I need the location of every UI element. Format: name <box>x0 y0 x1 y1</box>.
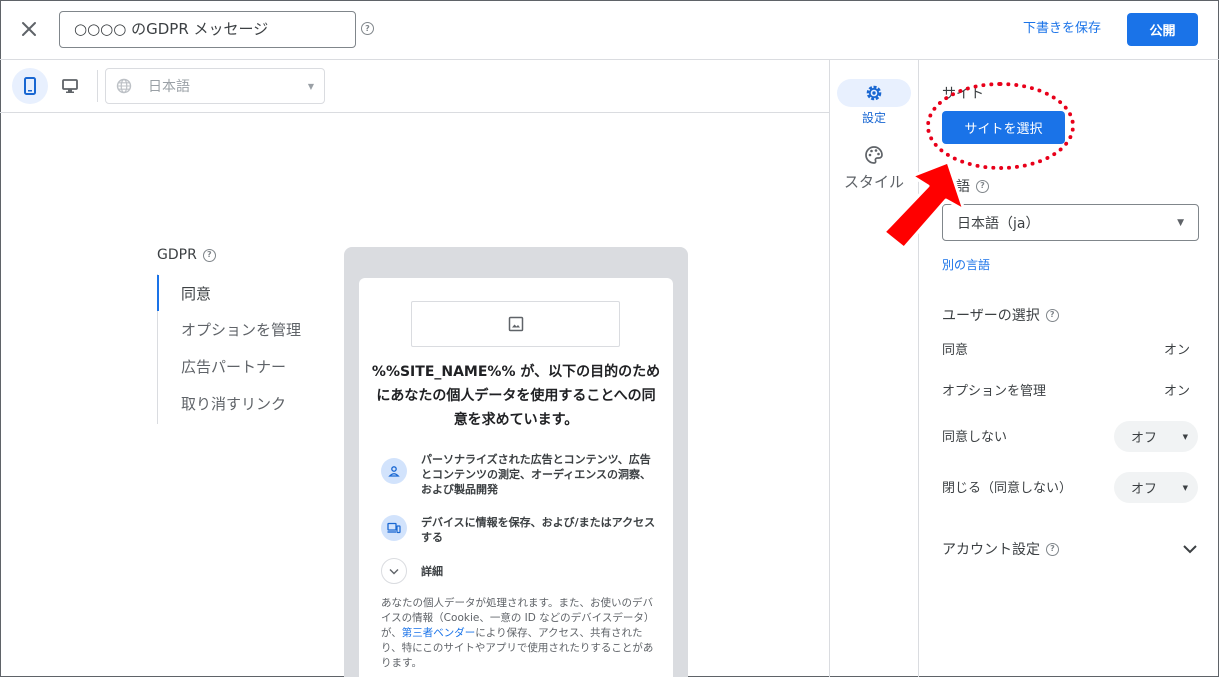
desktop-view-button[interactable] <box>52 68 88 104</box>
message-section-nav: 同意 オプションを管理 広告パートナー 取り消すリンク <box>157 274 317 424</box>
tab-settings[interactable]: 設定 <box>836 79 912 126</box>
nav-item-manage-options[interactable]: オプションを管理 <box>158 311 318 347</box>
purpose-item: デバイスに情報を保存、および/またはアクセスする <box>381 515 661 545</box>
chip-value: オフ <box>1131 482 1158 497</box>
tab-settings-label: 設定 <box>861 111 886 125</box>
image-icon <box>508 316 523 332</box>
language-dropdown[interactable]: 日本語（ja） ▼ <box>942 204 1199 241</box>
account-settings-label: アカウント設定 <box>942 542 1040 558</box>
language-dropdown-value: 日本語（ja） <box>957 215 1040 232</box>
tab-style[interactable]: スタイル <box>836 141 912 192</box>
dropdown-arrow-icon: ▼ <box>1177 217 1184 228</box>
phone-preview: %%SITE_NAME%% が、以下の目的のためにあなたの個人データを使用するこ… <box>344 247 688 677</box>
chevron-down-icon <box>389 568 399 574</box>
choice-label: 同意しない <box>942 429 1008 445</box>
dropdown-arrow-icon: ▼ <box>1182 483 1188 492</box>
choice-label: 同意 <box>942 343 969 358</box>
choice-value: オン <box>1163 384 1190 399</box>
logo-placeholder[interactable] <box>411 301 620 347</box>
smartphone-icon <box>24 77 36 95</box>
choice-row-close: 閉じる（同意しない） オフ ▼ <box>942 472 1198 503</box>
help-icon[interactable]: ? <box>1046 542 1059 556</box>
other-language-link[interactable]: 別の言語 <box>942 256 990 273</box>
language-label: 言語 ? <box>942 176 989 196</box>
dropdown-arrow-icon: ▼ <box>307 81 314 91</box>
tab-style-label: スタイル <box>843 173 904 191</box>
preview-toolbar: 日本語 ▼ <box>0 60 829 113</box>
site-label: サイト <box>942 83 984 103</box>
mobile-view-button[interactable] <box>12 68 48 104</box>
details-row[interactable]: 詳細 <box>381 558 443 584</box>
save-draft-button[interactable]: 下書きを保存 <box>1006 18 1118 40</box>
devices-icon <box>381 515 407 541</box>
palette-icon <box>865 146 883 164</box>
top-bar: ○○○○ のGDPR メッセージ ? 下書きを保存 公開 <box>0 0 1219 60</box>
choice-row-consent: 同意 オン <box>942 339 1198 358</box>
person-icon <box>381 458 407 484</box>
gdpr-heading: GDPR ? <box>157 247 216 263</box>
consent-message-card: %%SITE_NAME%% が、以下の目的のためにあなたの個人データを使用するこ… <box>359 278 673 677</box>
choice-value: オン <box>1163 343 1190 358</box>
nav-item-revocation-link[interactable]: 取り消すリンク <box>158 385 318 421</box>
choice-label: オプションを管理 <box>942 384 1047 399</box>
expand-details-button[interactable] <box>381 558 407 584</box>
publish-button[interactable]: 公開 <box>1127 13 1198 46</box>
help-icon[interactable]: ? <box>361 22 374 35</box>
toolbar-divider <box>97 70 98 102</box>
do-not-consent-select[interactable]: オフ ▼ <box>1114 421 1198 452</box>
desktop-icon <box>62 79 78 93</box>
user-choice-label: ユーザーの選択 ? <box>942 305 1059 325</box>
close-icon <box>22 22 36 36</box>
language-label-text: 言語 <box>942 179 970 195</box>
chevron-down-icon <box>1183 545 1197 554</box>
details-label: 詳細 <box>421 565 443 578</box>
help-icon[interactable]: ? <box>1045 308 1059 322</box>
close-button[interactable] <box>14 14 44 44</box>
tab-style-pill <box>837 141 911 169</box>
panel-divider <box>829 60 830 677</box>
preview-language-select[interactable]: 日本語 ▼ <box>105 68 325 104</box>
dropdown-arrow-icon: ▼ <box>1182 432 1188 441</box>
help-icon[interactable]: ? <box>202 248 216 262</box>
choice-row-do-not-consent: 同意しない オフ ▼ <box>942 421 1198 452</box>
nav-item-ad-partners[interactable]: 広告パートナー <box>158 348 318 384</box>
message-name-input[interactable]: ○○○○ のGDPR メッセージ <box>59 11 356 48</box>
gdpr-heading-label: GDPR <box>157 247 197 263</box>
close-do-not-consent-select[interactable]: オフ ▼ <box>1114 472 1198 503</box>
choice-row-manage-options: オプションを管理 オン <box>942 380 1198 399</box>
consent-title: %%SITE_NAME%% が、以下の目的のためにあなたの個人データを使用するこ… <box>371 364 661 428</box>
nav-item-consent[interactable]: 同意 <box>157 275 317 311</box>
third-party-vendors-link[interactable]: 第三者ベンダー <box>402 627 476 639</box>
select-site-button[interactable]: サイトを選択 <box>942 111 1065 144</box>
gear-icon <box>866 85 882 101</box>
purpose-item: パーソナライズされた広告とコンテンツ、広告とコンテンツの測定、オーディエンスの洞… <box>381 452 661 497</box>
globe-icon <box>116 78 132 94</box>
purpose-text: デバイスに情報を保存、および/またはアクセスする <box>421 516 656 544</box>
preview-language-label: 日本語 <box>148 79 190 95</box>
chip-value: オフ <box>1131 431 1158 446</box>
consent-body-text: あなたの個人データが処理されます。また、お使いのデバイスの情報（Cookie、一… <box>381 596 657 671</box>
purpose-text: パーソナライズされた広告とコンテンツ、広告とコンテンツの測定、オーディエンスの洞… <box>421 453 652 496</box>
panel-divider <box>918 60 919 677</box>
choice-label: 閉じる（同意しない） <box>942 480 1073 496</box>
user-choice-label-text: ユーザーの選択 <box>942 308 1040 324</box>
help-icon[interactable]: ? <box>976 179 989 193</box>
tab-settings-pill <box>837 79 911 107</box>
account-settings-row[interactable]: アカウント設定 ? <box>942 539 1198 559</box>
site-label-text: サイト <box>942 86 984 102</box>
